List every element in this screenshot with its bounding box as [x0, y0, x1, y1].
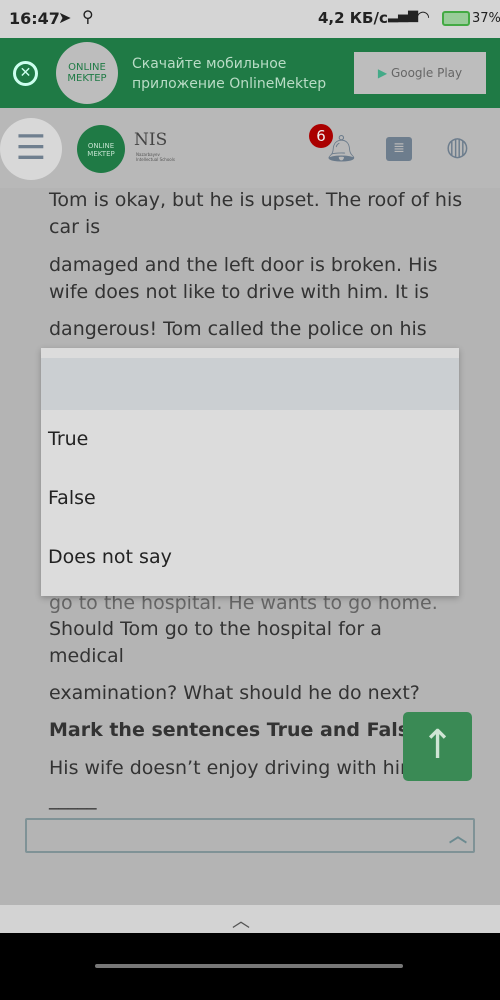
status-bar: 16:47 ➤ ⚲ 4,2 КБ/с ▂▄▆ ◠ 37%: [0, 0, 500, 38]
dropdown-option-false[interactable]: False: [48, 487, 96, 509]
answer-dropdown-menu: True False Does not say: [41, 348, 459, 596]
text-line: dangerous! Tom called the police on his: [49, 318, 427, 340]
answer-blank: _____: [49, 788, 97, 810]
nis-subtitle: Nazarbayev Intellectual Schools: [136, 152, 175, 162]
text-line: medical: [49, 645, 124, 667]
nis-logo: NIS: [134, 130, 168, 150]
signal-icon: ▂▄▆: [388, 8, 418, 23]
status-time: 16:47: [9, 9, 60, 28]
chevron-up-icon: ︿: [449, 826, 467, 847]
dropdown-option-does-not-say[interactable]: Does not say: [48, 546, 172, 568]
chevron-up-icon: ︿: [232, 911, 250, 932]
google-play-label: Google Play: [390, 66, 463, 80]
text-line: wife does not like to drive with him. It…: [49, 281, 430, 303]
list-icon[interactable]: ≣: [386, 137, 412, 161]
text-line: Tom is okay, but he is upset. The roof o…: [49, 189, 463, 211]
text-line: damaged and the left door is broken. His: [49, 254, 438, 276]
dropdown-option-true[interactable]: True: [48, 428, 88, 450]
battery-level: 37%: [472, 11, 500, 26]
wifi-icon: ◠: [416, 7, 430, 26]
globe-icon[interactable]: ◍: [446, 132, 469, 162]
answer-select[interactable]: ︿: [25, 818, 475, 853]
instruction: Mark the sentences True and False.: [49, 719, 430, 741]
banner-message-line2: приложение OnlineMektep: [132, 76, 327, 92]
arrow-up-icon: ↑: [420, 722, 455, 768]
top-nav: ☰ ONLINE MEKTEP NIS Nazarbayev Intellect…: [0, 108, 500, 188]
banner-message-line1: Скачайте мобильное: [132, 56, 287, 72]
text-line: Should Tom go to the hospital for a: [49, 618, 382, 640]
app-banner: ✕ ONLINE MEKTEP Скачайте мобильное прило…: [0, 38, 500, 108]
play-icon: ▶: [377, 66, 388, 80]
gesture-handle[interactable]: [95, 964, 403, 968]
menu-toggle-icon[interactable]: ☰: [0, 118, 62, 180]
text-line: car is: [49, 216, 101, 238]
battery-icon: [442, 11, 470, 26]
banner-message: Скачайте мобильное приложение OnlineMekt…: [132, 54, 326, 94]
browser-bottom-bar[interactable]: ︿: [0, 905, 500, 933]
telegram-icon: ➤: [58, 8, 72, 27]
scroll-to-top-button[interactable]: ↑: [403, 712, 472, 781]
google-play-button[interactable]: ▶ Google Play: [354, 52, 486, 94]
online-mektep-logo: ONLINE MEKTEP: [77, 125, 125, 173]
close-banner-icon[interactable]: ✕: [13, 61, 38, 86]
question: His wife doesn’t enjoy driving with him: [49, 757, 419, 779]
online-mektep-logo: ONLINE MEKTEP: [56, 42, 118, 104]
notification-badge: 6: [309, 124, 333, 148]
network-speed: 4,2 КБ/с: [318, 9, 388, 27]
search-icon: ⚲: [82, 7, 94, 26]
system-nav-bar: [0, 933, 500, 1000]
text-line: examination? What should he do next?: [49, 682, 420, 704]
dropdown-option-empty[interactable]: [41, 358, 459, 410]
